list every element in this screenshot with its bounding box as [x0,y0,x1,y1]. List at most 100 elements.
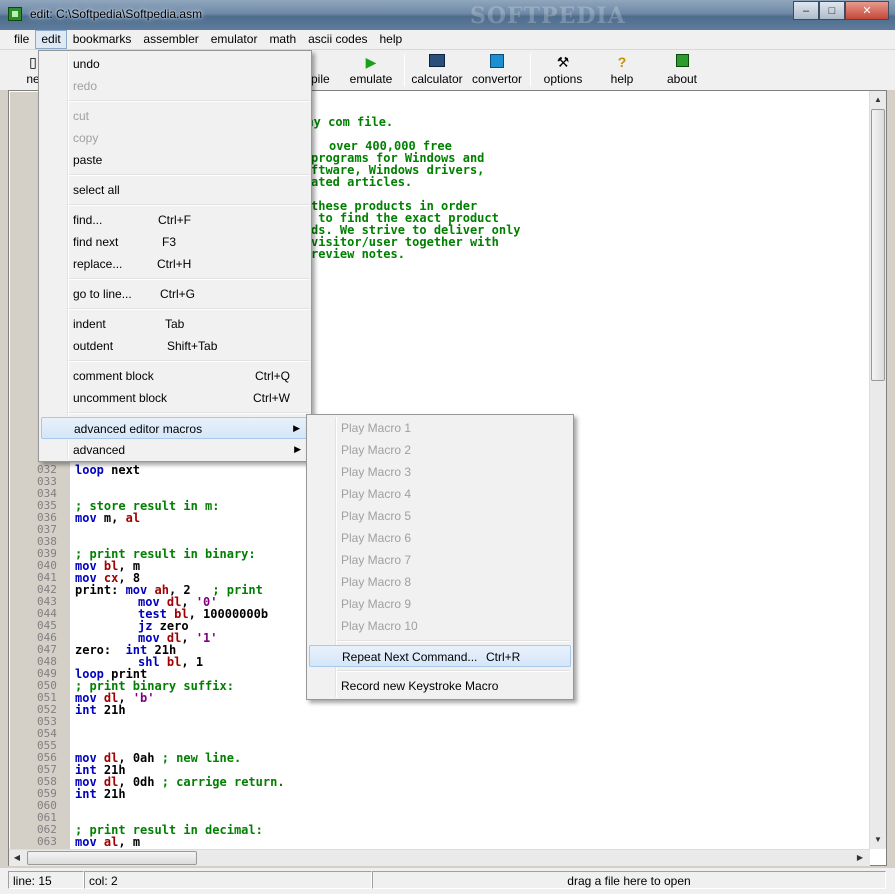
title-bar: edit: C:\Softpedia\Softpedia.asm SOFTPED… [0,0,895,30]
menu-item-comment-block[interactable]: comment block Ctrl+Q [41,365,309,387]
menu-item-go-to-line[interactable]: go to line... Ctrl+G [41,283,309,305]
status-line: line: 15 [8,871,84,889]
scroll-up-icon[interactable]: ▲ [870,91,886,108]
menu-emulator[interactable]: emulator [205,30,264,49]
scroll-right-icon[interactable]: ▶ [852,850,868,866]
options-button[interactable]: ⚒ options [538,54,588,86]
menu-item-play-macro-10[interactable]: Play Macro 10 [309,615,571,637]
menu-item-indent[interactable]: indent Tab [41,313,309,335]
code-token: 21h [96,703,126,717]
shortcut-label: Ctrl+G [160,287,196,301]
menu-item-play-macro-2[interactable]: Play Macro 2 [309,439,571,461]
vertical-scrollbar[interactable]: ▲ ▼ [869,91,886,849]
code-token: 21h [96,787,126,801]
close-button[interactable]: ✕ [845,1,889,20]
help-button[interactable]: ? help [604,54,640,86]
menu-bookmarks[interactable]: bookmarks [67,30,138,49]
code-line: ated articles. [311,175,413,189]
code-token: m, [96,511,126,525]
horizontal-scrollbar[interactable]: ◀ ▶ [9,849,870,866]
window-title: edit: C:\Softpedia\Softpedia.asm [30,7,203,21]
shortcut-label: F3 [162,235,177,249]
chip-icon [662,54,702,70]
menu-separator [69,100,309,102]
menu-separator [69,360,309,362]
code-token: mov [75,835,97,849]
code-token: , 1 [181,655,204,669]
line-number: 063 [37,835,57,848]
watermark: SOFTPEDIA [470,3,626,29]
menu-item-advanced-editor-macros[interactable]: advanced editor macros ▶ [41,417,309,439]
calculator-label: calculator [411,72,463,86]
menu-separator [69,204,309,206]
menu-item-cut[interactable]: cut [41,105,309,127]
shortcut-label: Shift+Tab [167,339,218,353]
menu-item-advanced[interactable]: advanced ▶ [41,439,309,461]
menu-item-replace[interactable]: replace... Ctrl+H [41,253,309,275]
shortcut-label: Ctrl+W [253,391,290,405]
menu-ascii-codes[interactable]: ascii codes [302,30,373,49]
menu-item-play-macro-3[interactable]: Play Macro 3 [309,461,571,483]
menu-item-play-macro-4[interactable]: Play Macro 4 [309,483,571,505]
calculator-icon [408,54,466,70]
shortcut-label: Ctrl+Q [255,369,291,383]
menu-item-select-all[interactable]: select all [41,179,309,201]
menu-item-play-macro-7[interactable]: Play Macro 7 [309,549,571,571]
menu-item-uncomment-block[interactable]: uncomment block Ctrl+W [41,387,309,409]
code-token: int [75,703,97,717]
emulate-button[interactable]: ▶ emulate [344,54,398,86]
code-token: , 10000000b [188,607,269,621]
about-label: about [666,72,698,86]
menu-item-play-macro-1[interactable]: Play Macro 1 [309,417,571,439]
menu-assembler[interactable]: assembler [137,30,204,49]
edit-dropdown-menu: undo redo cut copy paste select all find… [38,50,312,462]
menu-item-redo[interactable]: redo [41,75,309,97]
menu-bar: file edit bookmarks assembler emulator m… [0,30,895,50]
about-button[interactable]: about [662,54,702,86]
menu-item-play-macro-9[interactable]: Play Macro 9 [309,593,571,615]
menu-item-play-macro-5[interactable]: Play Macro 5 [309,505,571,527]
horizontal-scroll-thumb[interactable] [27,851,197,865]
scroll-down-icon[interactable]: ▼ [870,831,886,848]
help-label: help [610,72,634,86]
shortcut-label: Ctrl+H [157,257,192,271]
scroll-left-icon[interactable]: ◀ [9,850,25,866]
menu-item-find-next[interactable]: find next F3 [41,231,309,253]
menu-file[interactable]: file [8,30,35,49]
vertical-scroll-thumb[interactable] [871,109,885,381]
macros-submenu: Play Macro 1 Play Macro 2 Play Macro 3 P… [306,414,574,700]
menu-separator [337,670,569,672]
convertor-button[interactable]: convertor [468,54,526,86]
menu-item-repeat-next-command[interactable]: Repeat Next Command... Ctrl+R [309,645,571,667]
menu-help[interactable]: help [374,30,409,49]
code-token: next [103,463,141,477]
menu-item-undo[interactable]: undo [41,53,309,75]
menu-item-find[interactable]: find... Ctrl+F [41,209,309,231]
options-label: options [543,72,583,86]
menu-item-outdent[interactable]: outdent Shift+Tab [41,335,309,357]
code-token: int [75,787,97,801]
convertor-label: convertor [471,72,523,86]
status-bar: line: 15 col: 2 drag a file here to open [0,868,895,894]
menu-item-play-macro-6[interactable]: Play Macro 6 [309,527,571,549]
menu-item-paste[interactable]: paste [41,149,309,171]
calculator-button[interactable]: calculator [408,54,466,86]
menu-math[interactable]: math [263,30,302,49]
code-token: bl [159,655,182,669]
menu-separator [69,308,309,310]
menu-edit[interactable]: edit [35,30,67,49]
menu-item-copy[interactable]: copy [41,127,309,149]
toolbar-separator [530,54,531,86]
play-icon: ▶ [365,54,377,70]
tools-icon: ⚒ [556,54,570,70]
code-token: al [96,835,119,849]
shortcut-label: Ctrl+R [486,650,521,664]
code-token: , [181,631,196,645]
maximize-button[interactable]: □ [819,1,845,20]
menu-item-record-macro[interactable]: Record new Keystroke Macro [309,675,571,697]
emulate-label: emulate [349,72,393,86]
code-comment: ; new line. [161,751,242,765]
minimize-button[interactable]: – [793,1,819,20]
code-token: mov [75,511,97,525]
menu-item-play-macro-8[interactable]: Play Macro 8 [309,571,571,593]
